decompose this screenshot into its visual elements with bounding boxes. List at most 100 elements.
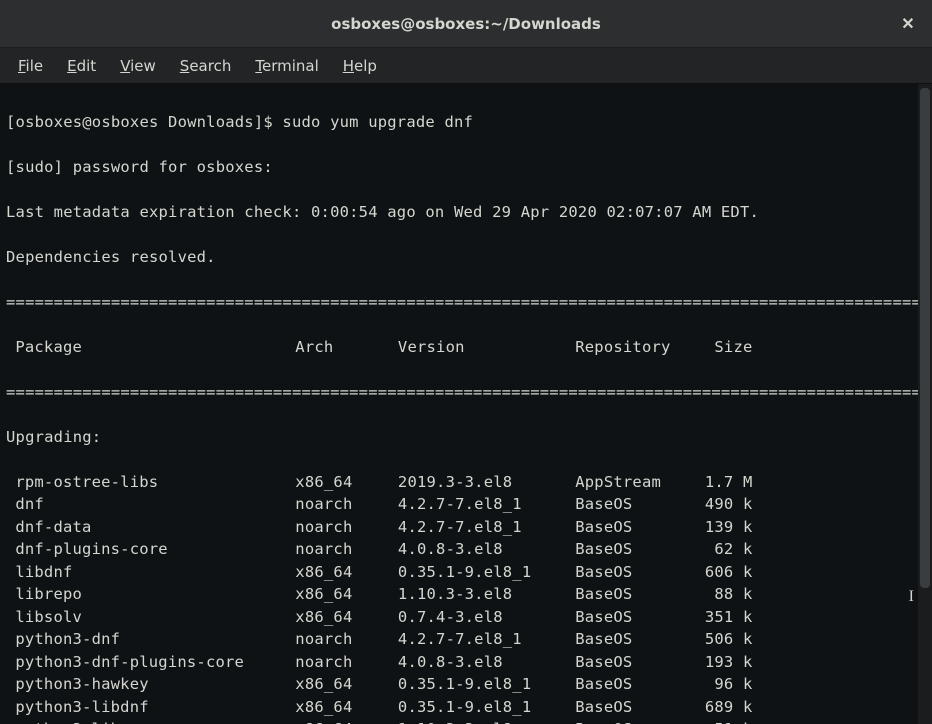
menu-view[interactable]: View (110, 53, 166, 79)
pkg-name: dnf (15, 493, 295, 516)
package-row: libsolvx86_640.7.4-3.el8BaseOS351 k (6, 606, 912, 629)
package-row: rpm-ostree-libsx86_642019.3-3.el8AppStre… (6, 471, 912, 494)
pkg-size: 51 k (697, 718, 753, 724)
separator-mid: ========================================… (6, 381, 912, 404)
pkg-arch: x86_64 (295, 696, 398, 719)
package-row: dnf-plugins-corenoarch4.0.8-3.el8BaseOS6… (6, 538, 912, 561)
package-row: librepox86_641.10.3-3.el8BaseOS88 k (6, 583, 912, 606)
hdr-repo: Repository (575, 336, 696, 359)
hdr-arch: Arch (295, 336, 398, 359)
package-row: python3-dnf-plugins-corenoarch4.0.8-3.el… (6, 651, 912, 674)
pkg-repo: BaseOS (575, 673, 696, 696)
terminal-container: [osboxes@osboxes Downloads]$ sudo yum up… (0, 84, 932, 724)
ibeam-cursor-icon: I (909, 588, 914, 606)
sudo-line: [sudo] password for osboxes: (6, 156, 912, 179)
pkg-arch: noarch (295, 651, 398, 674)
pkg-arch: x86_64 (295, 583, 398, 606)
menu-file[interactable]: File (8, 53, 53, 79)
hdr-size: Size (697, 336, 753, 359)
pkg-repo: BaseOS (575, 718, 696, 724)
pkg-arch: noarch (295, 538, 398, 561)
hdr-package: Package (15, 336, 295, 359)
package-row: python3-hawkeyx86_640.35.1-9.el8_1BaseOS… (6, 673, 912, 696)
package-row: python3-libdnfx86_640.35.1-9.el8_1BaseOS… (6, 696, 912, 719)
pkg-size: 139 k (697, 516, 753, 539)
pkg-version: 0.7.4-3.el8 (398, 606, 575, 629)
pkg-name: libsolv (15, 606, 295, 629)
pkg-repo: BaseOS (575, 583, 696, 606)
pkg-size: 62 k (697, 538, 753, 561)
pkg-size: 96 k (697, 673, 753, 696)
pkg-version: 0.35.1-9.el8_1 (398, 696, 575, 719)
pkg-size: 506 k (697, 628, 753, 651)
hdr-version: Version (398, 336, 575, 359)
pkg-version: 1.10.3-3.el8 (398, 583, 575, 606)
menu-search[interactable]: Search (170, 53, 242, 79)
package-row: python3-dnfnoarch4.2.7-7.el8_1BaseOS506 … (6, 628, 912, 651)
metadata-line: Last metadata expiration check: 0:00:54 … (6, 201, 912, 224)
pkg-version: 4.0.8-3.el8 (398, 538, 575, 561)
pkg-name: dnf-plugins-core (15, 538, 295, 561)
scrollbar-thumb[interactable] (920, 88, 930, 588)
package-row: dnfnoarch4.2.7-7.el8_1BaseOS490 k (6, 493, 912, 516)
pkg-name: librepo (15, 583, 295, 606)
pkg-repo: BaseOS (575, 493, 696, 516)
pkg-size: 88 k (697, 583, 753, 606)
pkg-version: 0.35.1-9.el8_1 (398, 673, 575, 696)
pkg-name: dnf-data (15, 516, 295, 539)
pkg-size: 193 k (697, 651, 753, 674)
menu-edit[interactable]: Edit (57, 53, 106, 79)
pkg-name: libdnf (15, 561, 295, 584)
pkg-name: python3-dnf-plugins-core (15, 651, 295, 674)
package-row: python3-librepox86_641.10.3-3.el8BaseOS5… (6, 718, 912, 724)
pkg-repo: BaseOS (575, 651, 696, 674)
pkg-arch: x86_64 (295, 561, 398, 584)
pkg-version: 2019.3-3.el8 (398, 471, 575, 494)
pkg-repo: BaseOS (575, 538, 696, 561)
package-row: dnf-datanoarch4.2.7-7.el8_1BaseOS139 k (6, 516, 912, 539)
pkg-repo: BaseOS (575, 516, 696, 539)
pkg-arch: noarch (295, 628, 398, 651)
menu-terminal[interactable]: Terminal (245, 53, 328, 79)
pkg-name: rpm-ostree-libs (15, 471, 295, 494)
terminal-output[interactable]: [osboxes@osboxes Downloads]$ sudo yum up… (0, 84, 918, 724)
deps-line: Dependencies resolved. (6, 246, 912, 269)
pkg-size: 490 k (697, 493, 753, 516)
menubar: File Edit View Search Terminal Help (0, 48, 932, 84)
upgrading-label: Upgrading: (6, 426, 912, 449)
pkg-repo: BaseOS (575, 696, 696, 719)
close-button[interactable]: ✕ (896, 12, 920, 36)
window-title: osboxes@osboxes:~/Downloads (331, 15, 601, 33)
pkg-arch: x86_64 (295, 673, 398, 696)
pkg-repo: BaseOS (575, 606, 696, 629)
header-row: PackageArchVersionRepositorySize (6, 336, 912, 359)
pkg-arch: x86_64 (295, 718, 398, 724)
package-row: libdnfx86_640.35.1-9.el8_1BaseOS606 k (6, 561, 912, 584)
titlebar: osboxes@osboxes:~/Downloads ✕ (0, 0, 932, 48)
pkg-version: 1.10.3-3.el8 (398, 718, 575, 724)
separator-top: ========================================… (6, 291, 912, 314)
pkg-arch: noarch (295, 516, 398, 539)
pkg-version: 4.0.8-3.el8 (398, 651, 575, 674)
pkg-version: 4.2.7-7.el8_1 (398, 493, 575, 516)
pkg-name: python3-libdnf (15, 696, 295, 719)
pkg-arch: noarch (295, 493, 398, 516)
pkg-size: 351 k (697, 606, 753, 629)
pkg-repo: BaseOS (575, 561, 696, 584)
menu-help[interactable]: Help (333, 53, 387, 79)
pkg-arch: x86_64 (295, 606, 398, 629)
pkg-version: 4.2.7-7.el8_1 (398, 628, 575, 651)
pkg-version: 0.35.1-9.el8_1 (398, 561, 575, 584)
pkg-version: 4.2.7-7.el8_1 (398, 516, 575, 539)
pkg-size: 689 k (697, 696, 753, 719)
pkg-repo: AppStream (575, 471, 696, 494)
pkg-size: 1.7 M (697, 471, 753, 494)
pkg-name: python3-hawkey (15, 673, 295, 696)
pkg-arch: x86_64 (295, 471, 398, 494)
scrollbar[interactable] (918, 84, 932, 724)
pkg-repo: BaseOS (575, 628, 696, 651)
pkg-name: python3-librepo (15, 718, 295, 724)
prompt-line: [osboxes@osboxes Downloads]$ sudo yum up… (6, 111, 912, 134)
pkg-size: 606 k (697, 561, 753, 584)
pkg-name: python3-dnf (15, 628, 295, 651)
